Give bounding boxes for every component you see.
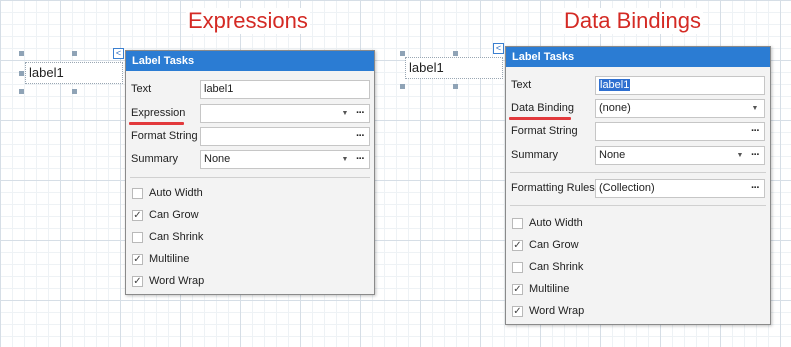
- word-wrap-checkbox-row[interactable]: ✓ Word Wrap: [126, 272, 374, 292]
- checkbox[interactable]: ✓: [512, 306, 523, 317]
- resize-handle[interactable]: [453, 51, 458, 56]
- format-string-row: Format String ···: [506, 122, 770, 142]
- format-string-label: Format String: [131, 130, 198, 142]
- checkbox[interactable]: ✓: [512, 284, 523, 295]
- resize-handle[interactable]: [19, 51, 24, 56]
- label-tasks-panel-expressions: Label Tasks Text label1 Expression ▼ ···…: [125, 50, 375, 295]
- divider: [130, 177, 370, 178]
- formatting-rules-input[interactable]: (Collection) ···: [595, 179, 765, 198]
- text-input[interactable]: label1: [200, 80, 370, 99]
- label-control[interactable]: label1: [25, 62, 123, 84]
- summary-label: Summary: [511, 149, 559, 161]
- can-shrink-checkbox-row[interactable]: Can Shrink: [506, 258, 770, 278]
- auto-width-checkbox-row[interactable]: Auto Width: [506, 214, 770, 234]
- panel-title: Label Tasks: [126, 51, 374, 71]
- data-binding-row: Data Binding (none) ▼: [506, 99, 770, 119]
- checkbox-label: Can Grow: [149, 209, 199, 221]
- label-control-text: label1: [409, 60, 444, 75]
- formatting-rules-value: (Collection): [599, 182, 655, 194]
- chevron-down-icon[interactable]: ▼: [734, 147, 746, 164]
- text-value: label1: [599, 79, 631, 91]
- data-bindings-heading: Data Bindings: [562, 8, 703, 34]
- checkbox-label: Auto Width: [529, 217, 583, 229]
- formatting-rules-label: Formatting Rules: [511, 182, 595, 194]
- checkbox-label: Multiline: [149, 253, 190, 265]
- multiline-checkbox-row[interactable]: ✓ Multiline: [506, 280, 770, 300]
- resize-handle[interactable]: [19, 71, 24, 76]
- ellipsis-button[interactable]: ···: [748, 123, 762, 140]
- ellipsis-button[interactable]: ···: [353, 151, 367, 168]
- auto-width-checkbox-row[interactable]: Auto Width: [126, 184, 374, 204]
- resize-handle[interactable]: [453, 84, 458, 89]
- formatting-rules-row: Formatting Rules (Collection) ···: [506, 179, 770, 199]
- resize-handle[interactable]: [400, 51, 405, 56]
- label-tasks-panel-data-bindings: Label Tasks Text label1 Data Binding (no…: [505, 46, 771, 325]
- checkbox[interactable]: [132, 188, 143, 199]
- checkbox[interactable]: ✓: [132, 276, 143, 287]
- chevron-down-icon[interactable]: ▼: [749, 100, 761, 117]
- summary-dropdown[interactable]: None ▼ ···: [595, 146, 765, 165]
- text-input[interactable]: label1: [595, 76, 765, 95]
- ellipsis-button[interactable]: ···: [748, 147, 762, 164]
- checkbox-label: Word Wrap: [529, 305, 585, 317]
- label-control[interactable]: label1: [405, 57, 503, 79]
- expression-row: Expression ▼ ···: [126, 104, 374, 124]
- expressions-heading: Expressions: [186, 8, 310, 34]
- checkbox-label: Can Shrink: [529, 261, 584, 273]
- smart-tag-icon[interactable]: <: [113, 48, 124, 59]
- summary-row: Summary None ▼ ···: [126, 150, 374, 170]
- word-wrap-checkbox-row[interactable]: ✓ Word Wrap: [506, 302, 770, 322]
- multiline-checkbox-row[interactable]: ✓ Multiline: [126, 250, 374, 270]
- data-binding-label: Data Binding: [511, 102, 574, 114]
- resize-handle[interactable]: [72, 51, 77, 56]
- checkbox-label: Can Shrink: [149, 231, 204, 243]
- panel-title: Label Tasks: [506, 47, 770, 67]
- checkbox[interactable]: ✓: [512, 240, 523, 251]
- resize-handle[interactable]: [400, 84, 405, 89]
- summary-value: None: [599, 149, 626, 161]
- summary-label: Summary: [131, 153, 179, 165]
- data-binding-dropdown[interactable]: (none) ▼: [595, 99, 765, 118]
- divider: [510, 172, 766, 173]
- text-label: Text: [131, 83, 152, 95]
- format-string-label: Format String: [511, 125, 578, 137]
- checkbox-label: Auto Width: [149, 187, 203, 199]
- checkbox[interactable]: ✓: [132, 210, 143, 221]
- ellipsis-button[interactable]: ···: [748, 180, 762, 197]
- checkbox[interactable]: [512, 262, 523, 273]
- label-control-text: label1: [29, 65, 64, 80]
- smart-tag-icon[interactable]: <: [493, 43, 504, 54]
- divider: [510, 205, 766, 206]
- ellipsis-button[interactable]: ···: [353, 128, 367, 145]
- text-row: Text label1: [126, 80, 374, 100]
- chevron-down-icon[interactable]: ▼: [339, 105, 351, 122]
- can-grow-checkbox-row[interactable]: ✓ Can Grow: [126, 206, 374, 226]
- text-value: label1: [204, 83, 234, 95]
- text-label: Text: [511, 79, 532, 91]
- expression-input[interactable]: ▼ ···: [200, 104, 370, 123]
- resize-handle[interactable]: [19, 89, 24, 94]
- summary-row: Summary None ▼ ···: [506, 146, 770, 166]
- checkbox-label: Multiline: [529, 283, 570, 295]
- checkbox-label: Word Wrap: [149, 275, 205, 287]
- expression-label: Expression: [131, 107, 186, 119]
- data-binding-value: (none): [599, 102, 631, 114]
- summary-value: None: [204, 153, 231, 165]
- can-grow-checkbox-row[interactable]: ✓ Can Grow: [506, 236, 770, 256]
- checkbox[interactable]: ✓: [132, 254, 143, 265]
- resize-handle[interactable]: [72, 89, 77, 94]
- format-string-row: Format String ···: [126, 127, 374, 147]
- checkbox-label: Can Grow: [529, 239, 579, 251]
- can-shrink-checkbox-row[interactable]: Can Shrink: [126, 228, 374, 248]
- text-row: Text label1: [506, 76, 770, 96]
- chevron-down-icon[interactable]: ▼: [339, 151, 351, 168]
- format-string-input[interactable]: ···: [595, 122, 765, 141]
- format-string-input[interactable]: ···: [200, 127, 370, 146]
- summary-dropdown[interactable]: None ▼ ···: [200, 150, 370, 169]
- highlight-underline: [509, 117, 571, 120]
- highlight-underline: [129, 122, 184, 125]
- checkbox[interactable]: [132, 232, 143, 243]
- ellipsis-button[interactable]: ···: [353, 105, 367, 122]
- checkbox[interactable]: [512, 218, 523, 229]
